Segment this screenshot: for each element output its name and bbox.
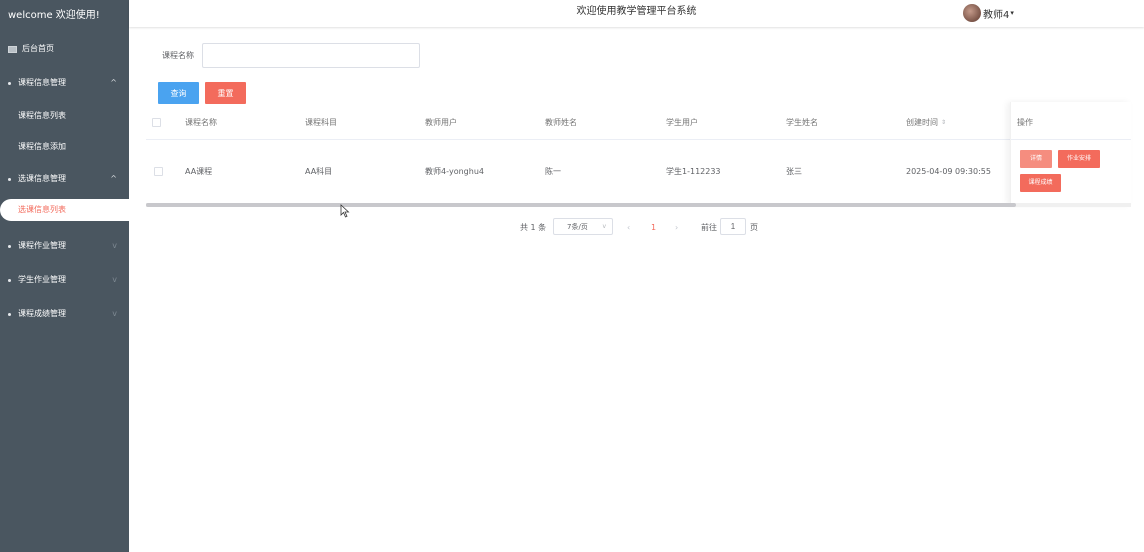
cell-subject: AA科目 (305, 167, 333, 176)
sidebar-item-course-list[interactable]: 课程信息列表 (0, 100, 129, 131)
app-root: welcome 欢迎使用! 后台首页 课程信息管理 ^ 课程信息列表 课程信息添… (0, 0, 1144, 552)
row-checkbox-cell[interactable] (154, 140, 163, 203)
table-header: 课程名称 课程科目 教师用户 教师姓名 学生用户 学生姓名 创建时间 ⇕ 操作 (146, 106, 1131, 140)
sidebar-group-student-homework[interactable]: 学生作业管理 v (0, 263, 129, 297)
select-all-checkbox[interactable] (152, 118, 161, 127)
page-size-value: 7条/页 (567, 222, 588, 231)
sidebar-item-selection-list[interactable]: 选课信息列表 (0, 199, 129, 221)
table-row: AA课程 AA科目 教师4-yonghu4 陈一 学生1-112233 张三 2… (146, 140, 1131, 204)
sidebar-item-course-add[interactable]: 课程信息添加 (0, 131, 129, 162)
mouse-cursor-icon (340, 204, 350, 218)
course-grade-button[interactable]: 课程成绩 (1020, 174, 1061, 192)
page-size-select[interactable]: 7条/页 v (553, 218, 613, 235)
cell-created-time: 2025-04-09 09:30:55 (906, 167, 991, 176)
column-header: 课程名称 (185, 118, 217, 127)
goto-label: 前往 (701, 222, 717, 232)
cell-teacher-name: 陈一 (545, 167, 561, 176)
sidebar-item-label: 课程信息添加 (18, 142, 66, 151)
next-page-button[interactable]: › (675, 218, 678, 236)
bullet-icon (8, 82, 11, 85)
bullet-icon (8, 279, 11, 282)
sidebar-group-label: 课程成绩管理 (18, 309, 66, 318)
chevron-down-icon: v (112, 275, 117, 284)
chevron-down-icon: v (112, 309, 117, 318)
sidebar-group-label: 课程作业管理 (18, 241, 66, 250)
cell-student-name: 张三 (786, 167, 802, 176)
bullet-icon (8, 313, 11, 316)
user-name[interactable]: 教师4 (983, 6, 1009, 21)
column-header-created[interactable]: 创建时间 ⇕ (906, 106, 946, 139)
page-suffix-label: 页 (750, 222, 758, 232)
sidebar-group-label: 学生作业管理 (18, 275, 66, 284)
bullet-icon (8, 178, 11, 181)
horizontal-scrollbar-thumb[interactable] (146, 203, 1016, 207)
caret-down-icon[interactable]: ▾ (1010, 9, 1014, 17)
chevron-down-icon: v (602, 223, 606, 230)
chevron-up-icon: ^ (110, 174, 117, 183)
column-header: 学生用户 (666, 118, 698, 127)
goto-page-input[interactable] (720, 218, 746, 235)
top-header: 欢迎使用教学管理平台系统 教师4 ▾ (129, 0, 1144, 27)
column-header: 学生姓名 (786, 118, 818, 127)
sidebar-item-home[interactable]: 后台首页 (0, 32, 129, 66)
cell-teacher-user: 教师4-yonghu4 (425, 167, 484, 176)
reset-button[interactable]: 重置 (205, 82, 246, 104)
sidebar-group-course-homework[interactable]: 课程作业管理 v (0, 229, 129, 263)
course-name-input[interactable] (202, 43, 420, 68)
detail-button[interactable]: 详情 (1020, 150, 1052, 168)
sidebar-group-label: 选课信息管理 (18, 174, 66, 183)
data-table: 课程名称 课程科目 教师用户 教师姓名 学生用户 学生姓名 创建时间 ⇕ 操作 … (146, 106, 1131, 204)
sort-icon[interactable]: ⇕ (941, 119, 946, 126)
monitor-icon (8, 46, 17, 53)
column-header-label: 创建时间 (906, 118, 938, 127)
sidebar-group-label: 课程信息管理 (18, 78, 66, 87)
sidebar-group-course-info[interactable]: 课程信息管理 ^ (0, 66, 129, 100)
sidebar-item-label: 选课信息列表 (18, 205, 66, 214)
column-header: 教师用户 (425, 118, 457, 127)
sidebar-item-label: 后台首页 (22, 44, 54, 53)
user-menu[interactable]: 教师4 ▾ (963, 3, 1014, 23)
current-page[interactable]: 1 (651, 218, 656, 236)
query-button[interactable]: 查询 (158, 82, 199, 104)
chevron-up-icon: ^ (110, 78, 117, 87)
sidebar-item-label: 课程信息列表 (18, 111, 66, 120)
cell-student-user: 学生1-112233 (666, 167, 721, 176)
column-header: 课程科目 (305, 118, 337, 127)
sidebar: welcome 欢迎使用! 后台首页 课程信息管理 ^ 课程信息列表 课程信息添… (0, 0, 129, 552)
prev-page-button[interactable]: ‹ (627, 218, 630, 236)
sidebar-group-course-grades[interactable]: 课程成绩管理 v (0, 297, 129, 331)
chevron-down-icon: v (112, 241, 117, 250)
search-label: 课程名称 (162, 51, 194, 60)
sidebar-group-selection-info[interactable]: 选课信息管理 ^ (0, 162, 129, 196)
column-header: 教师姓名 (545, 118, 577, 127)
bullet-icon (8, 245, 11, 248)
homework-arrange-button[interactable]: 作业安排 (1058, 150, 1100, 168)
cell-course-name: AA课程 (185, 167, 213, 176)
avatar[interactable] (963, 4, 981, 22)
pagination-total: 共 1 条 (520, 222, 547, 232)
select-all-cell[interactable] (152, 106, 161, 139)
row-checkbox[interactable] (154, 167, 163, 176)
sidebar-brand: welcome 欢迎使用! (8, 10, 100, 21)
